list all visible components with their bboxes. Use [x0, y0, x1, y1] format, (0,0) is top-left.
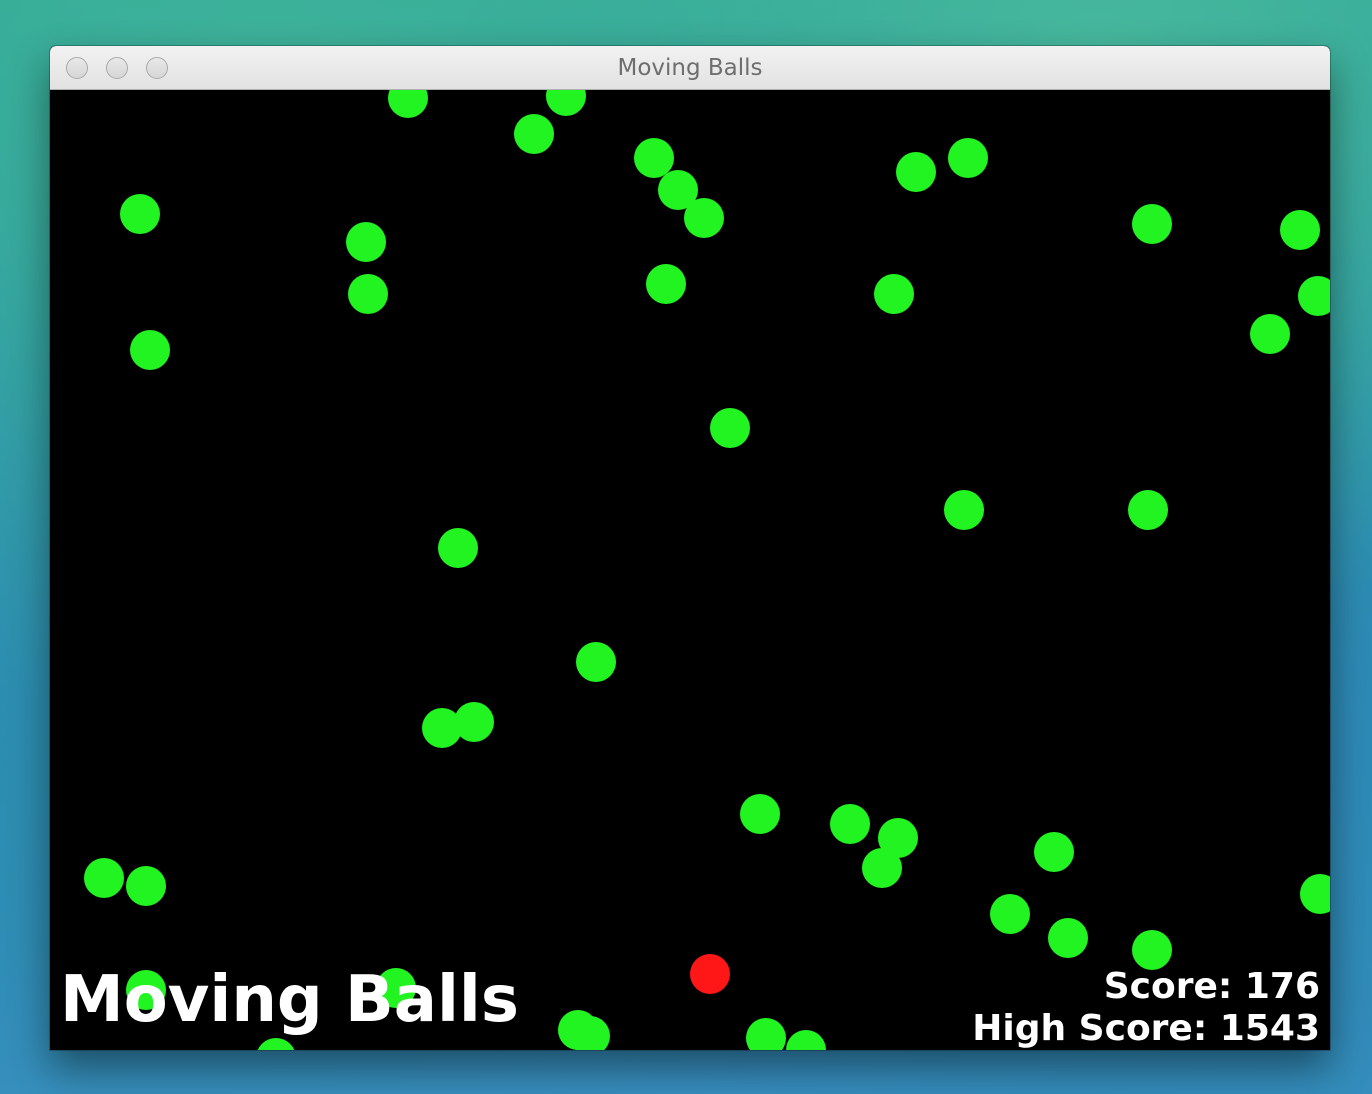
green-ball	[1034, 832, 1074, 872]
green-ball	[1132, 930, 1172, 970]
title-bar[interactable]: Moving Balls	[50, 46, 1330, 90]
green-ball	[348, 274, 388, 314]
green-ball	[570, 1016, 610, 1050]
green-ball	[684, 198, 724, 238]
score-line: Score: 176	[972, 966, 1320, 1008]
green-ball	[84, 858, 124, 898]
score-label: Score:	[1103, 966, 1233, 1007]
game-window: Moving Balls Moving Balls Score: 176 Hig…	[50, 46, 1330, 1050]
green-ball	[1250, 314, 1290, 354]
game-title-label: Moving Balls	[60, 963, 519, 1037]
green-ball	[646, 264, 686, 304]
green-ball	[438, 528, 478, 568]
green-ball	[948, 138, 988, 178]
red-ball	[690, 954, 730, 994]
score-value: 176	[1244, 966, 1320, 1007]
green-ball	[546, 90, 586, 116]
green-ball	[514, 114, 554, 154]
green-ball	[746, 1018, 786, 1050]
green-ball	[256, 1038, 296, 1050]
green-ball	[874, 274, 914, 314]
green-ball	[862, 848, 902, 888]
high-score-label: High Score:	[972, 1008, 1208, 1049]
green-ball	[1298, 276, 1330, 316]
green-ball	[126, 866, 166, 906]
green-ball	[576, 642, 616, 682]
green-ball	[830, 804, 870, 844]
green-ball	[1280, 210, 1320, 250]
green-ball	[1048, 918, 1088, 958]
green-ball	[896, 152, 936, 192]
game-canvas[interactable]: Moving Balls Score: 176 High Score: 1543	[50, 90, 1330, 1050]
high-score-line: High Score: 1543	[972, 1008, 1320, 1050]
green-ball	[990, 894, 1030, 934]
green-ball	[1128, 490, 1168, 530]
green-ball	[786, 1030, 826, 1050]
green-ball	[346, 222, 386, 262]
green-ball	[944, 490, 984, 530]
score-panel: Score: 176 High Score: 1543	[972, 966, 1320, 1050]
green-ball	[1132, 204, 1172, 244]
green-ball	[454, 702, 494, 742]
high-score-value: 1543	[1219, 1008, 1320, 1049]
window-title: Moving Balls	[617, 55, 763, 81]
green-ball	[1300, 874, 1330, 914]
green-ball	[388, 90, 428, 118]
green-ball	[740, 794, 780, 834]
green-ball	[130, 330, 170, 370]
green-ball	[710, 408, 750, 448]
green-ball	[120, 194, 160, 234]
